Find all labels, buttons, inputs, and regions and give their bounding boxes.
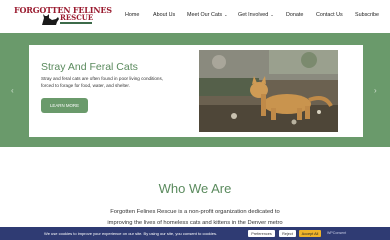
hero-title: Stray And Feral Cats <box>41 61 138 73</box>
who-we-are-line-1: Forgotten Felines Rescue is a non-profit… <box>110 209 280 215</box>
cookie-consent-bar: We use cookies to improve your experienc… <box>0 227 390 240</box>
nav-about-us[interactable]: About Us <box>153 12 175 18</box>
nav-meet-our-cats-label: Meet Our Cats <box>187 12 223 18</box>
site-logo[interactable]: FORGOTTEN FELINES RESCUE <box>14 5 112 29</box>
chevron-down-icon: ⌄ <box>269 12 274 17</box>
chevron-down-icon: ⌄ <box>223 12 228 17</box>
learn-more-button[interactable]: LEARN MORE <box>41 98 88 113</box>
who-we-are-heading: Who We Are <box>158 181 232 196</box>
cookie-accept-button[interactable]: Accept All <box>299 230 321 237</box>
slider-next-icon[interactable]: › <box>374 86 377 95</box>
cat-silhouette-icon <box>42 14 59 25</box>
hero-card: Stray And Feral Cats Stray and feral cat… <box>29 45 363 137</box>
hero-slider: ‹ › Stray And Feral Cats Stray and feral… <box>0 33 390 147</box>
nav-meet-our-cats[interactable]: Meet Our Cats ⌄ <box>187 12 228 18</box>
cookie-preferences-button[interactable]: Preferences <box>248 230 275 237</box>
nav-subscribe[interactable]: Subscribe <box>355 12 379 18</box>
who-we-are-text: Forgotten Felines Rescue is a non-profit… <box>0 207 390 229</box>
cat-photo <box>199 50 338 132</box>
nav-get-involved[interactable]: Get Involved ⌄ <box>238 12 274 18</box>
hero-description: Stray and feral cats are often found in … <box>41 76 164 88</box>
cookie-reject-button[interactable]: Reject <box>279 230 296 237</box>
slider-prev-icon[interactable]: ‹ <box>11 86 14 95</box>
logo-subtitle: RESCUE <box>60 13 94 22</box>
nav-home[interactable]: Home <box>125 12 139 18</box>
cookie-brand: WPConsent <box>327 231 347 235</box>
nav-donate[interactable]: Donate <box>286 12 303 18</box>
logo-underline <box>60 22 92 24</box>
nav-contact-us[interactable]: Contact Us <box>316 12 343 18</box>
cookie-message: We use cookies to improve your experienc… <box>44 231 218 236</box>
site-header: FORGOTTEN FELINES RESCUE Home About Us M… <box>0 0 390 33</box>
nav-get-involved-label: Get Involved <box>238 12 269 18</box>
